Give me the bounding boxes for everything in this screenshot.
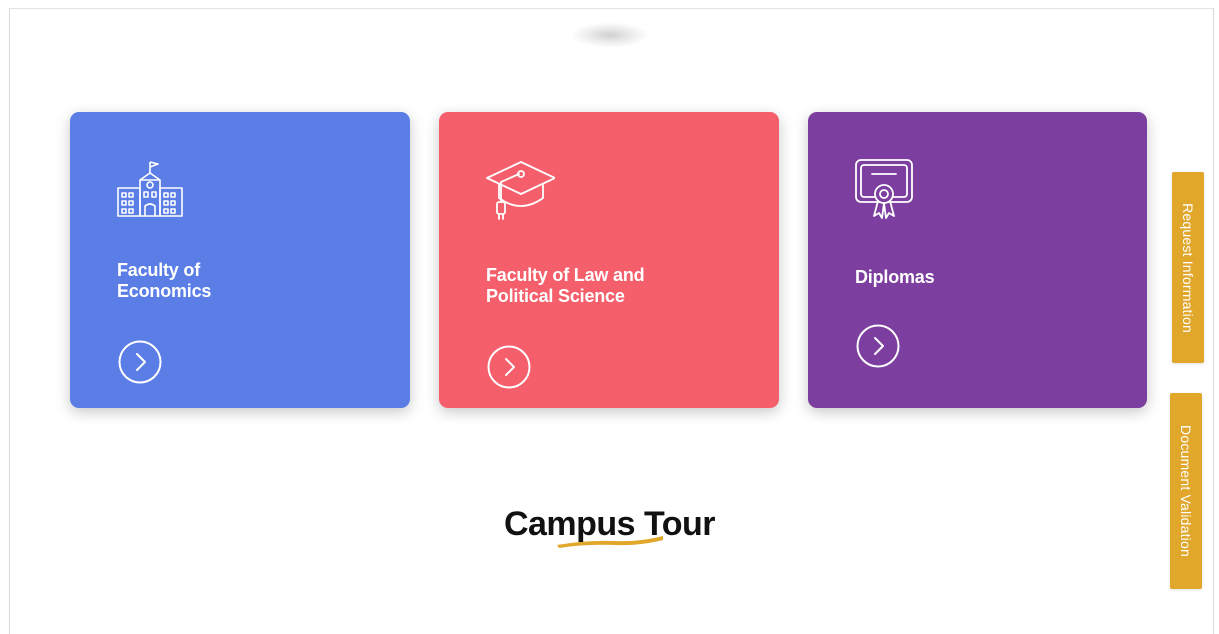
top-decor-shadow — [570, 22, 650, 48]
request-information-tab[interactable]: Request Information — [1172, 172, 1204, 363]
card-title-line: Diplomas — [855, 267, 935, 287]
card-faculty-of-economics[interactable]: Faculty of Economics — [70, 112, 410, 408]
chevron-right-circle-icon — [487, 345, 531, 389]
card-title-line: Economics — [117, 281, 212, 301]
frame-top-border — [9, 8, 1214, 9]
card-title: Faculty of Economics — [117, 260, 347, 302]
card-title: Faculty of Law and Political Science — [486, 265, 716, 307]
card-diplomas[interactable]: Diplomas — [808, 112, 1147, 408]
card-faculty-of-law[interactable]: Faculty of Law and Political Science — [439, 112, 779, 408]
card-title: Diplomas — [855, 267, 1085, 288]
card-arrow-button[interactable] — [118, 340, 162, 384]
document-validation-tab[interactable]: Document Validation — [1170, 393, 1202, 589]
card-title-line: Political Science — [486, 286, 625, 306]
card-title-line: Faculty of Law and — [486, 265, 645, 285]
request-information-label: Request Information — [1180, 202, 1196, 333]
card-title-line: Faculty of — [117, 260, 201, 280]
section-title: Campus Tour — [503, 505, 716, 543]
chevron-right-circle-icon — [118, 340, 162, 384]
chevron-right-circle-icon — [856, 324, 900, 368]
diploma-certificate-icon — [852, 154, 924, 226]
university-building-icon — [114, 154, 186, 226]
card-arrow-button[interactable] — [856, 324, 900, 368]
graduation-cap-icon — [483, 154, 556, 226]
page: Faculty of Economics Faculty of Law and — [0, 0, 1219, 634]
card-arrow-button[interactable] — [487, 345, 531, 389]
